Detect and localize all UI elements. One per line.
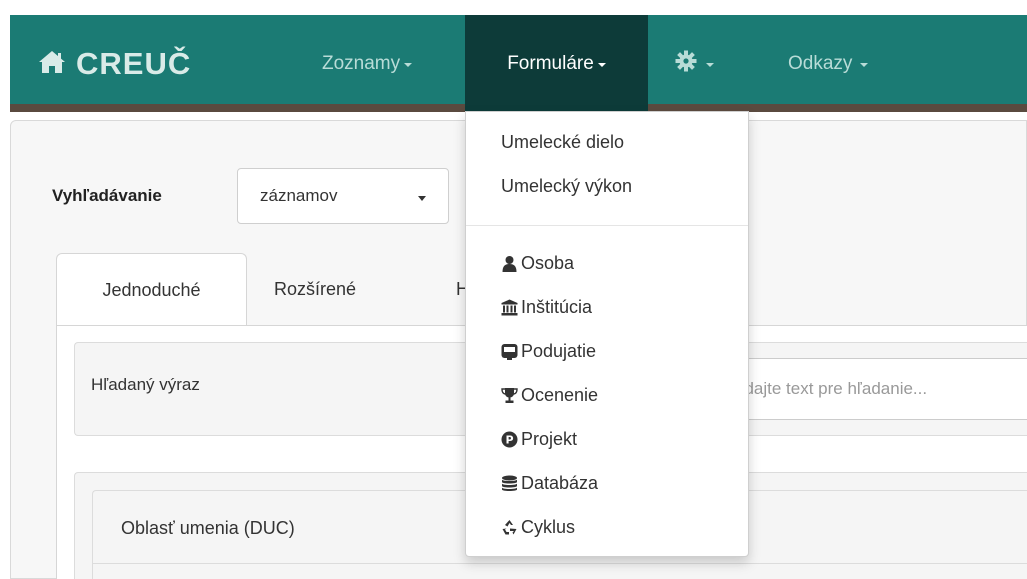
- chevron-down-icon: [860, 63, 869, 67]
- user-icon: [501, 255, 518, 272]
- trophy-icon: [501, 387, 518, 404]
- menu-item-ocenenie[interactable]: Ocenenie: [501, 385, 598, 406]
- menu-item-projekt[interactable]: P Projekt: [501, 429, 577, 450]
- menu-item-label: Umelecké dielo: [501, 132, 625, 152]
- menu-item-umelecke-dielo[interactable]: Umelecké dielo: [501, 132, 624, 153]
- menu-item-databaza[interactable]: Databáza: [501, 473, 598, 494]
- tab-rozsirene[interactable]: Rozšírené: [274, 253, 356, 326]
- tab-jednoduche[interactable]: Jednoduché: [56, 253, 247, 326]
- chevron-down-icon: [418, 196, 426, 201]
- menu-item-label: Umelecký výkon: [501, 176, 633, 196]
- menu-item-podujatie[interactable]: Podujatie: [501, 341, 596, 362]
- menu-item-institucia[interactable]: Inštitúcia: [501, 297, 592, 318]
- menu-item-label: Projekt: [521, 429, 578, 449]
- menu-item-osoba[interactable]: Osoba: [501, 253, 574, 274]
- menu-item-label: Ocenenie: [521, 385, 599, 405]
- institution-icon: [501, 299, 518, 316]
- search-row: Vyhľadávanie: [52, 168, 162, 224]
- menu-item-cyklus[interactable]: Cyklus: [501, 517, 575, 538]
- project-icon: P: [501, 431, 518, 448]
- search-input[interactable]: adajte text pre hľadanie...: [700, 358, 1027, 420]
- recycle-icon: [501, 519, 518, 536]
- event-icon: [501, 343, 518, 360]
- nav-formulare[interactable]: Formuláre: [465, 15, 648, 112]
- tab-label: Rozšírené: [274, 279, 357, 299]
- oblast-panel-title: Oblasť umenia (DUC): [121, 518, 295, 538]
- chevron-down-icon: [706, 63, 714, 67]
- chevron-down-icon: [404, 63, 413, 67]
- search-label: Vyhľadávanie: [52, 186, 162, 205]
- search-input-placeholder: adajte text pre hľadanie...: [735, 379, 928, 398]
- chevron-down-icon: [597, 63, 606, 67]
- gear-icon: [675, 50, 697, 78]
- menu-item-label: Inštitúcia: [521, 297, 593, 317]
- database-icon: [501, 475, 518, 492]
- menu-divider: [466, 225, 748, 226]
- menu-item-label: Osoba: [521, 253, 575, 273]
- home-icon: [38, 46, 66, 82]
- tab-label: Jednoduché: [102, 279, 201, 300]
- nav-zoznamy[interactable]: Zoznamy: [322, 15, 413, 112]
- menu-item-label: Podujatie: [521, 341, 597, 361]
- brand-title: CREUČ: [76, 45, 192, 81]
- menu-item-label: Databáza: [521, 473, 599, 493]
- brand-link[interactable]: CREUČ: [38, 15, 191, 112]
- query-label: Hľadaný výraz: [91, 375, 200, 394]
- search-type-value: záznamov: [260, 186, 338, 205]
- nav-odkazy[interactable]: Odkazy: [788, 15, 869, 112]
- menu-item-umelecky-vykon[interactable]: Umelecký výkon: [501, 176, 632, 197]
- svg-text:P: P: [505, 434, 513, 447]
- menu-item-label: Cyklus: [521, 517, 576, 537]
- navbar: CREUČ Zoznamy Formuláre Odkazy: [10, 15, 1027, 112]
- nav-zoznamy-label: Zoznamy: [322, 52, 401, 74]
- nav-odkazy-label: Odkazy: [788, 52, 853, 74]
- formulare-dropdown-menu: Umelecké dielo Umelecký výkon Osoba Inšt…: [465, 111, 749, 557]
- nav-formulare-label: Formuláre: [507, 52, 594, 74]
- search-type-select[interactable]: záznamov: [237, 168, 449, 224]
- nav-settings[interactable]: [675, 15, 714, 112]
